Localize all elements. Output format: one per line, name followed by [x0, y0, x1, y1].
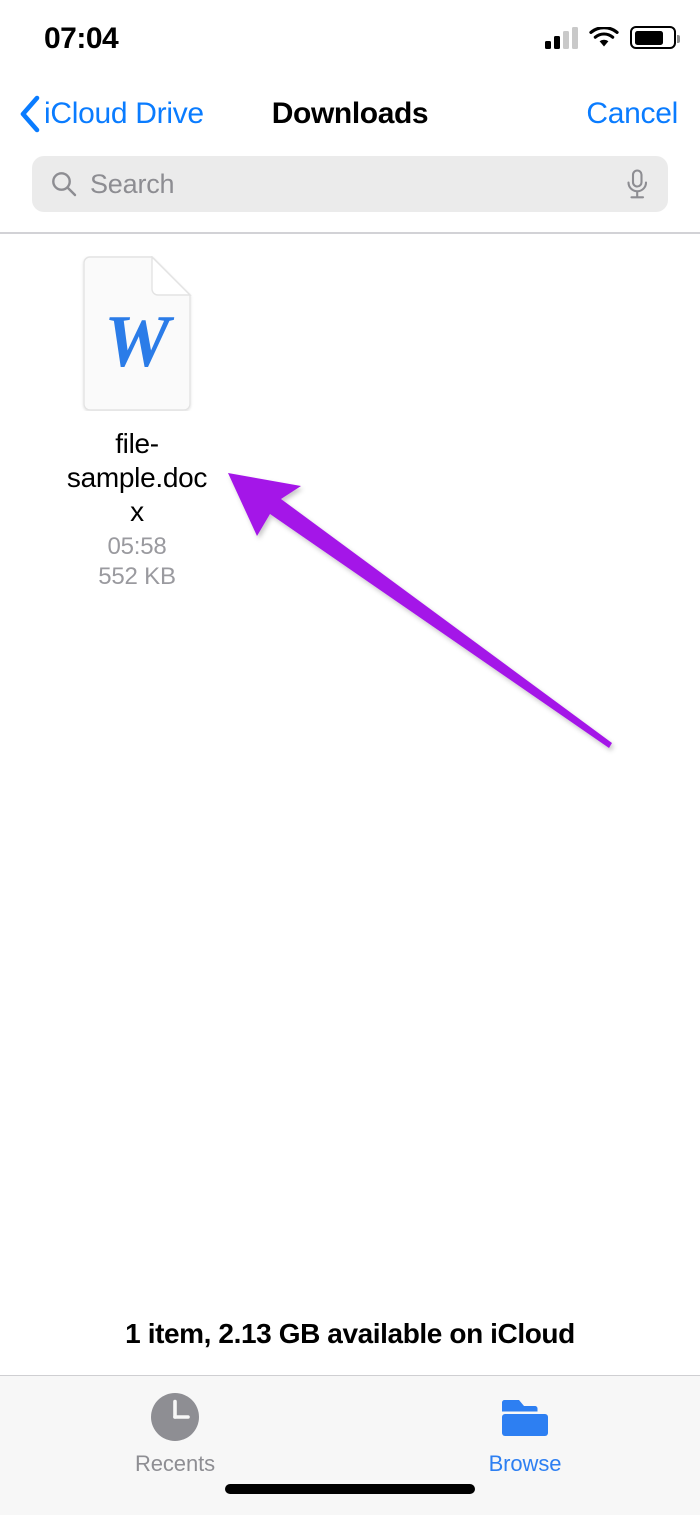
tab-recents[interactable]: Recents [85, 1390, 265, 1477]
search-input[interactable]: Search [32, 156, 668, 212]
battery-fill-level [634, 30, 663, 45]
tab-browse-label: Browse [488, 1451, 562, 1476]
file-size-label: 552 KB [98, 563, 176, 590]
tab-recents-label: Recents [134, 1451, 215, 1476]
file-time-label: 05:58 [107, 533, 167, 560]
folder-icon [502, 1400, 548, 1436]
file-grid: W file-sample.docx 05:58 552 KB [0, 234, 700, 1294]
signal-bar-1 [545, 40, 551, 49]
microphone-icon[interactable] [624, 168, 650, 200]
status-bar-indicators [545, 26, 680, 49]
file-item[interactable]: W file-sample.docx 05:58 552 KB [52, 256, 222, 592]
signal-bar-4 [572, 26, 578, 49]
home-indicator[interactable] [225, 1484, 475, 1494]
search-icon [52, 172, 77, 197]
signal-bar-3 [563, 30, 569, 49]
cellular-signal-icon [545, 26, 578, 49]
cancel-button[interactable]: Cancel [586, 97, 678, 131]
navigation-bar: iCloud Drive Downloads Cancel [0, 78, 700, 150]
clock-icon [151, 1393, 199, 1441]
file-name-label: file-sample.docx [66, 428, 208, 527]
wifi-icon [589, 26, 619, 46]
iphone-files-app-screen: 07:04 iCloud Drive Downloads Cancel Sear… [0, 0, 700, 1515]
signal-bar-2 [554, 35, 560, 49]
word-document-icon: W [83, 256, 192, 411]
footer-status-text: 1 item, 2.13 GB available on iCloud [0, 1294, 700, 1374]
search-placeholder: Search [90, 168, 175, 199]
status-bar-clock: 07:04 [44, 22, 119, 55]
tab-bar: Recents Browse [0, 1375, 700, 1515]
status-bar: 07:04 [0, 0, 700, 78]
battery-icon [630, 26, 680, 49]
search-bar-container: Search [0, 150, 700, 232]
word-letter-glyph: W [104, 301, 175, 383]
tab-browse[interactable]: Browse [435, 1390, 615, 1477]
